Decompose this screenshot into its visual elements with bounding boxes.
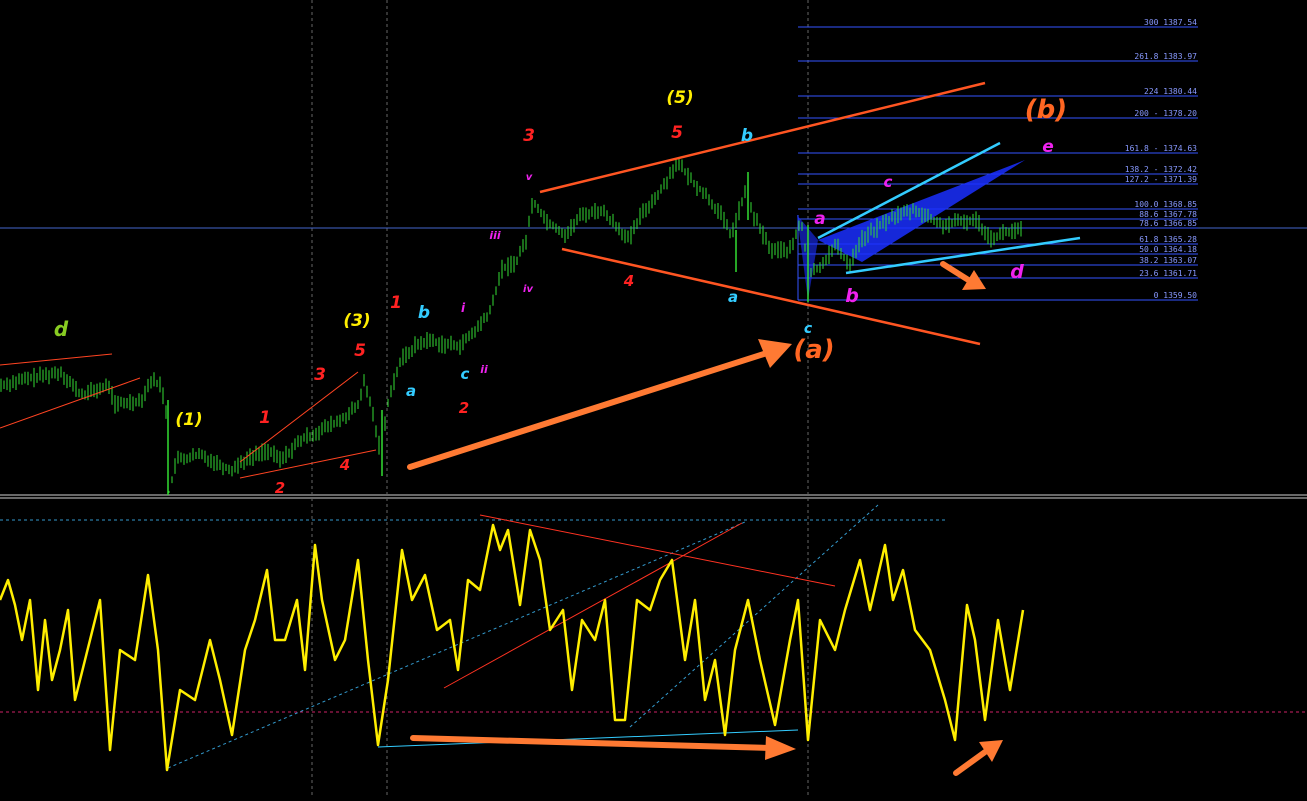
wave-label-mag-ii: ii	[480, 363, 488, 376]
wave-label-three-paren: (3)	[343, 311, 370, 331]
fib-level-label: 100.0 1368.85	[1134, 200, 1197, 209]
wave-label-mag-i: i	[461, 301, 466, 315]
fib-level-label: 138.2 - 1372.42	[1125, 165, 1197, 174]
arrow-osc-up	[953, 740, 1003, 776]
wave-label-cyan-b1: b	[418, 303, 430, 323]
wave-label-red-3b: 3	[523, 126, 535, 146]
fib-level-label: 0 1359.50	[1154, 291, 1198, 300]
wave-label-mag-iv: iv	[523, 284, 533, 295]
wave-label-mag-iii: iii	[489, 229, 501, 242]
wave-label-red-2b: 2	[459, 399, 469, 417]
wave-label-mag-c: c	[884, 173, 893, 191]
wave-label-red-1b: 1	[390, 293, 402, 313]
fib-level-label: 161.8 - 1374.63	[1125, 144, 1197, 153]
osc-red-line-1	[479, 514, 836, 587]
fib-level-label: 61.8 1365.28	[1139, 235, 1197, 244]
fib-level-label: 300 1387.54	[1144, 18, 1197, 27]
wave-label-mag-a: a	[814, 209, 825, 229]
price-chart: 300 1387.54 261.8 1383.97 224 1380.44 200 -…	[0, 0, 1307, 797]
arrow-down-small	[940, 261, 986, 290]
arrow-osc-flat	[410, 735, 796, 760]
wave-label-cyan-b2: b	[741, 126, 753, 146]
wave-label-red-1: 1	[259, 408, 271, 428]
fib-level-label: 88.6 1367.78	[1139, 210, 1197, 219]
wave-label-cyan-c1: c	[461, 365, 470, 383]
fibonacci-labels: 300 1387.54 261.8 1383.97 224 1380.44 200 -…	[1125, 18, 1197, 300]
wave-label-mag-b: b	[845, 285, 859, 307]
wave-label-mag-d: d	[1010, 261, 1024, 283]
oscillator-series	[0, 523, 1025, 772]
wave-label-red-5b: 5	[671, 123, 683, 143]
small-wedge-lower	[239, 449, 377, 479]
fib-level-label: 200 - 1378.20	[1134, 109, 1197, 118]
wave-label-one-paren: (1)	[175, 410, 202, 430]
fib-level-label: 224 1380.44	[1144, 87, 1197, 96]
wave-label-d-left: d	[54, 317, 69, 341]
osc-dashed-trend-2	[629, 504, 879, 728]
left-wedge-upper	[0, 353, 113, 366]
wave-label-orange-a-paren: (a)	[793, 335, 834, 365]
wave-label-mag-e: e	[1042, 137, 1054, 157]
wave-label-red-3a: 3	[314, 365, 326, 385]
fib-level-label: 23.6 1361.71	[1139, 269, 1197, 278]
wave-label-five-paren: (5)	[666, 88, 693, 108]
wave-label-red-4b: 4	[623, 272, 634, 290]
wave-label-red-5a: 5	[354, 341, 366, 361]
wave-label-cyan-a1: a	[406, 382, 416, 400]
wave-label-red-2: 2	[275, 479, 285, 497]
fib-level-label: 78.6 1366.85	[1139, 219, 1197, 228]
fib-level-label: 38.2 1363.07	[1139, 256, 1197, 265]
wave-label-cyan-a2: a	[728, 288, 738, 306]
wave-label-mag-v: v	[526, 172, 533, 183]
wave-labels: d(1) 12345(3)abc12iiiiiiivv345(5)bac(a)ab…	[54, 88, 1067, 497]
fib-level-label: 50.0 1364.18	[1139, 245, 1197, 254]
fib-level-label: 261.8 1383.97	[1134, 52, 1197, 61]
wave-label-red-4a: 4	[339, 456, 350, 474]
wave-label-orange-b-paren: (b)	[1025, 95, 1067, 125]
price-candles	[0, 157, 1022, 495]
orange-channel-upper	[539, 81, 986, 194]
chart-stage: 300 1387.54 261.8 1383.97 224 1380.44 200 -…	[0, 0, 1307, 797]
fib-level-label: 127.2 - 1371.39	[1125, 175, 1197, 184]
osc-dashed-trend-1	[167, 521, 746, 769]
